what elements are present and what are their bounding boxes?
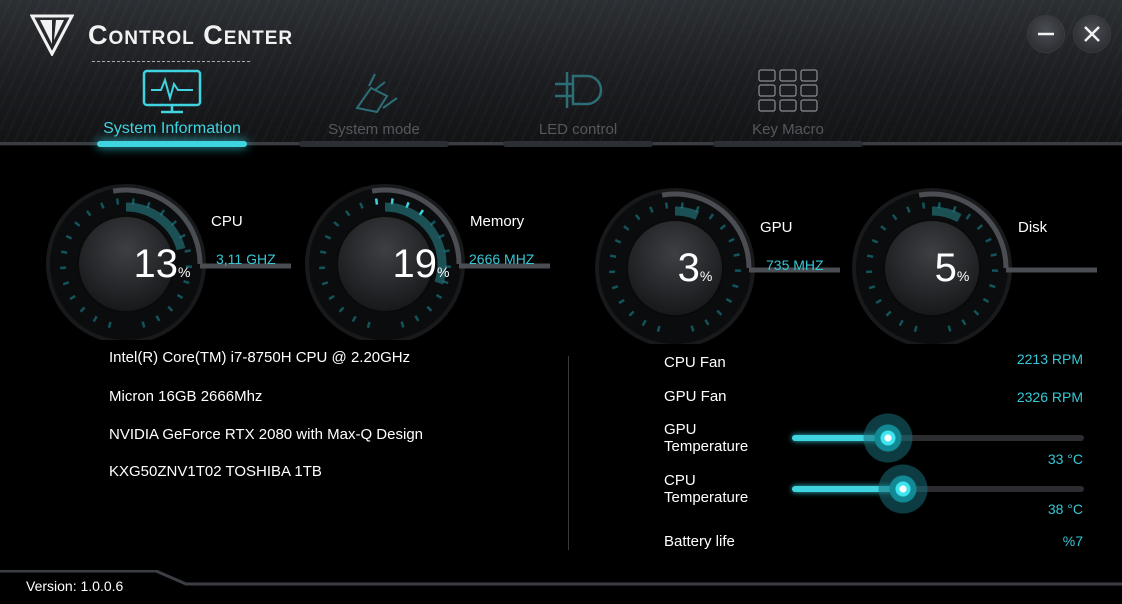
tab-label: Key Macro: [752, 121, 824, 138]
divider: [568, 356, 569, 550]
tab-label: System Information: [103, 120, 241, 137]
gauge-label: Disk: [1018, 219, 1048, 236]
gauge-label: Memory: [470, 213, 525, 230]
tab-key-macro[interactable]: Key Macro: [703, 64, 873, 147]
gpu-model: NVIDIA GeForce RTX 2080 with Max-Q Desig…: [109, 426, 424, 443]
gauge-tick: [60, 250, 68, 254]
gauge-tick: [656, 325, 661, 333]
tab-indicator: [97, 141, 247, 147]
gpu-temperature-value: 33 °C: [1047, 451, 1083, 467]
minimize-button[interactable]: [1028, 16, 1064, 52]
tab-label: LED control: [538, 121, 618, 138]
gauge-frequency: 2666 MHZ: [469, 251, 535, 267]
gpu-temperature-label: GPU Temperature: [664, 421, 749, 455]
tab-indicator: [299, 141, 449, 147]
tab-led-control[interactable]: LED control: [493, 64, 663, 147]
gauge-tick: [913, 325, 918, 333]
tab-system-information[interactable]: System Information: [87, 64, 257, 147]
gauge-tick: [921, 202, 926, 209]
keypad-icon: [758, 69, 818, 112]
gauge-value: 13%: [133, 242, 191, 286]
gauge-tick: [866, 254, 874, 258]
gauge-tick: [690, 325, 695, 332]
gauge-label: GPU: [760, 219, 793, 236]
battery-life-value: %7: [1062, 533, 1083, 549]
gpu-fan-value: 2326 RPM: [1016, 389, 1083, 405]
gauge-sweep: [674, 206, 700, 220]
gauge-value: 5%: [934, 246, 970, 290]
memory-model: Micron 16GB 2666Mhz: [109, 388, 263, 405]
gauge-tick: [611, 285, 619, 290]
cpu-fan-value: 2213 RPM: [1016, 351, 1083, 367]
gauge-tick: [107, 321, 112, 329]
gauge-tick: [366, 321, 371, 329]
cpu-temperature-slider[interactable]: [792, 464, 1084, 514]
cpu-model: Intel(R) Core(TM) i7-8750H CPU @ 2.20GHz: [109, 349, 411, 366]
gauge-tick: [115, 198, 120, 205]
gauge-frequency: 735 MHZ: [766, 257, 824, 273]
gauge-tick: [609, 254, 617, 258]
gauge-label: CPU: [211, 213, 243, 230]
monitor-pulse-icon: [142, 69, 202, 114]
gpu-fan-label: GPU Fan: [664, 388, 727, 405]
gauge-tick: [400, 321, 405, 328]
gauge-tick: [141, 321, 146, 328]
title-underline: [92, 61, 250, 62]
gpu-temperature-slider[interactable]: [792, 413, 1084, 463]
gauge-tick: [947, 325, 952, 332]
disk-gauge: 5%: [852, 184, 1112, 344]
footer-border: [0, 570, 1122, 586]
gauge-tick: [62, 281, 70, 286]
slider-knob[interactable]: [877, 464, 928, 514]
app-title: Control Center: [88, 20, 294, 50]
close-icon: [1084, 26, 1100, 42]
logo-icon: [30, 14, 74, 56]
tab-indicator: [503, 141, 653, 147]
cpu-temperature-value: 38 °C: [1047, 501, 1083, 517]
gauge-tick: [664, 202, 669, 209]
gauge-tick: [374, 198, 379, 205]
cpu-fan-label: CPU Fan: [664, 354, 726, 371]
minimize-icon: [1038, 32, 1054, 36]
led-icon: [555, 72, 603, 108]
gauge-tick: [319, 250, 327, 254]
gauge-frequency: 3,11 GHZ: [216, 251, 276, 267]
slider-knob[interactable]: [863, 413, 914, 463]
close-button[interactable]: [1074, 16, 1110, 52]
version-label: Version: 1.0.0.6: [26, 578, 124, 594]
gauge-tick: [321, 281, 329, 286]
disk-model: KXG50ZNV1T02 TOSHIBA 1TB: [109, 463, 322, 480]
gauge-value: 19%: [392, 242, 450, 286]
gauge-tick: [868, 285, 876, 290]
cpu-temperature-label: CPU Temperature: [664, 472, 749, 506]
tab-indicator: [713, 141, 863, 147]
system-mode-icon: [355, 73, 398, 114]
battery-life-label: Battery life: [664, 533, 735, 550]
gauge-value: 3%: [677, 246, 713, 290]
tab-label: System mode: [328, 121, 420, 138]
tab-system-mode[interactable]: System mode: [289, 64, 459, 147]
